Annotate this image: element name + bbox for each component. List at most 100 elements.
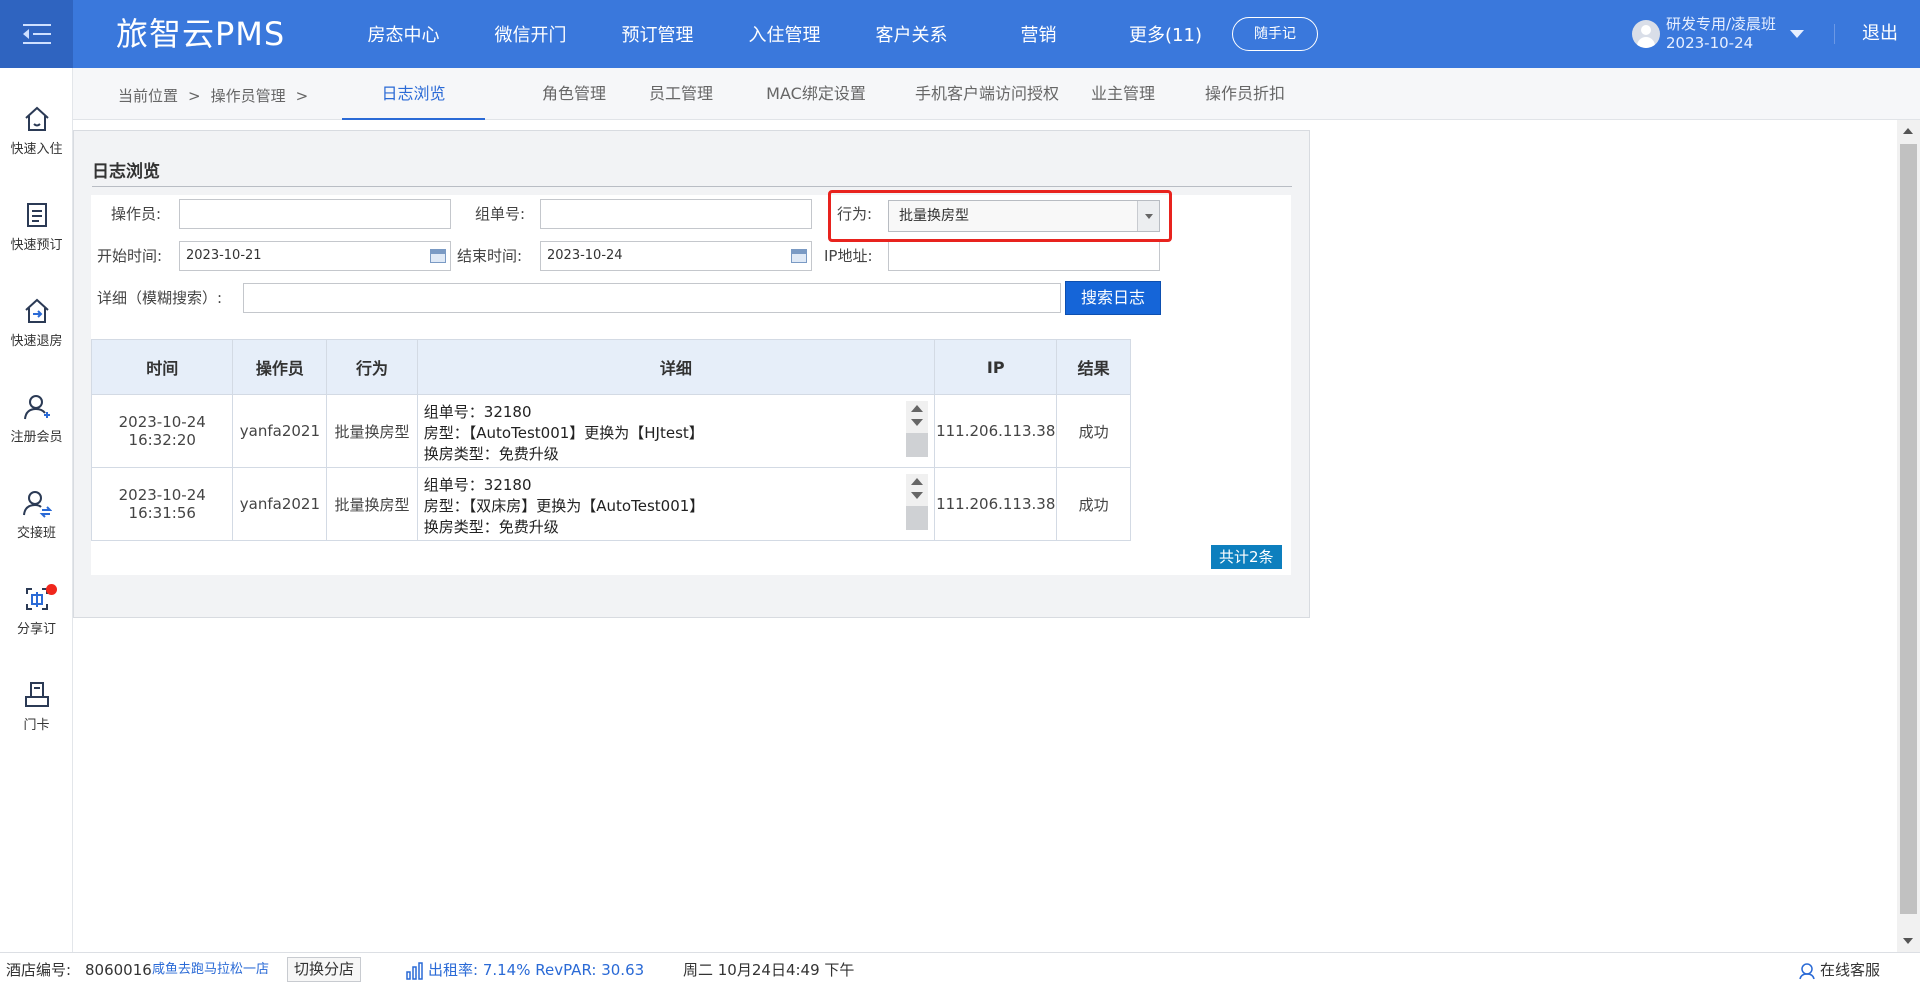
sidebar-item-quick-checkin[interactable]: 快速入住 [0,104,73,184]
logout-button[interactable]: 退出 [1862,0,1898,68]
sidebar-item-door-card[interactable]: 门卡 [0,680,73,760]
shift-handover-icon [22,491,52,518]
col-header-ip: IP [934,339,1058,395]
detail-search-input[interactable] [243,283,1061,313]
sidebar-item-register-member[interactable]: 注册会员 [0,392,73,472]
nav-reservation[interactable]: 预订管理 [594,21,721,47]
sidebar-item-quick-booking[interactable]: 快速预订 [0,200,73,280]
content-area: 日志浏览 操作员: 组单号: 行为: 批量换房型 开始时间: 2023-10-2… [73,120,1897,952]
add-user-icon [23,395,50,420]
table-row: 2023-10-24 16:31:56 yanfa2021 批量换房型 组单号：… [90,467,1131,541]
cell-ip: 111.206.113.38 [934,467,1058,541]
detail-scrollbar[interactable] [906,474,929,530]
detail-line: 组单号：32180 [423,403,532,421]
tab-operator-discount[interactable]: 操作员折扣 [1185,68,1305,120]
memo-button[interactable]: 随手记 [1232,17,1318,51]
breadcrumb-current-label: 当前位置 [118,87,179,105]
sidebar-item-label: 注册会员 [10,430,63,445]
user-menu[interactable]: 研发专用/凌晨班 2023-10-24 [1632,14,1805,54]
tab-mac-binding[interactable]: MAC绑定设置 [751,68,881,120]
detail-search-label: 详细（模糊搜索）: [97,289,223,307]
cell-time-of-day: 16:31:56 [128,504,196,522]
occupancy-text: 出租率: 7.14% RevPAR: 30.63 [428,961,645,979]
cell-action: 批量换房型 [326,394,418,468]
home-icon [24,106,49,131]
chevron-down-icon [1790,30,1805,38]
sidebar-item-quick-checkout[interactable]: 快速退房 [0,296,73,376]
switch-branch-button[interactable]: 切换分店 [287,957,362,982]
arrow-down-icon[interactable] [1903,938,1913,944]
nav-customer[interactable]: 客户关系 [848,21,975,47]
sidebar-item-label: 分享订 [16,622,56,637]
cell-operator: yanfa2021 [232,394,328,468]
start-time-input[interactable]: 2023-10-21 [179,241,451,271]
ip-input[interactable] [888,241,1160,271]
tab-mobile-client-auth[interactable]: 手机客户端访问授权 [899,68,1075,120]
bar-chart-icon [406,961,423,980]
arrow-up-icon[interactable] [911,405,924,412]
tab-log-browse[interactable]: 日志浏览 [342,68,485,120]
arrow-up-icon[interactable] [1903,128,1913,134]
cell-action: 批量换房型 [326,467,418,541]
cell-detail: 组单号：32180 房型：【双床房】更换为【AutoTest001】 换房类型：… [416,467,936,541]
resize-handle[interactable] [906,506,929,530]
nav-room-status[interactable]: 房态中心 [340,21,467,47]
menu-toggle-button[interactable] [0,0,73,68]
detail-scrollbar[interactable] [906,401,929,457]
log-table: 时间 操作员 行为 详细 IP 结果 2023-10-24 16:32:20 y… [90,339,1131,541]
operator-label: 操作员: [111,205,162,223]
detail-line: 组单号：32180 [423,476,532,494]
arrow-down-icon[interactable] [911,492,924,499]
calendar-icon[interactable] [430,249,446,263]
top-bar: 旅智云PMS 房态中心 微信开门 预订管理 入住管理 客户关系 营销 更多(11… [0,0,1920,68]
nav-wechat-open[interactable]: 微信开门 [467,21,594,47]
cell-time: 2023-10-24 16:32:20 [90,394,234,468]
breadcrumb-separator: > [188,87,201,105]
detail-textarea[interactable]: 组单号：32180 房型：【双床房】更换为【AutoTest001】 换房类型：… [418,468,934,540]
detail-textarea[interactable]: 组单号：32180 房型：【AutoTest001】更换为【HJtest】 换房… [418,395,934,467]
sidebar-item-share-order[interactable]: 分享订 [0,584,73,664]
tab-staff-management[interactable]: 员工管理 [636,68,726,120]
hotel-name-link[interactable]: 咸鱼去跑马拉松一店 [152,953,269,987]
nav-marketing[interactable]: 营销 [975,21,1102,47]
tab-role-management[interactable]: 角色管理 [529,68,619,120]
user-date: 2023-10-24 [1666,34,1754,52]
calendar-icon[interactable] [791,249,807,263]
panel-title: 日志浏览 [92,157,1292,187]
menu-collapse-icon [22,24,51,44]
door-card-icon [24,682,49,707]
col-header-time: 时间 [90,339,234,395]
end-time-input[interactable]: 2023-10-24 [540,241,812,271]
cell-ip: 111.206.113.38 [934,394,1058,468]
arrow-up-icon[interactable] [911,478,924,485]
sidebar-item-label: 快速退房 [10,334,63,349]
group-no-input[interactable] [540,199,812,229]
highlight-box [828,190,1172,242]
cell-operator: yanfa2021 [232,467,328,541]
breadcrumb-section[interactable]: 操作员管理 [211,87,286,105]
tab-owner-management[interactable]: 业主管理 [1083,68,1163,120]
page-scrollbar[interactable] [1897,120,1920,952]
user-name: 研发专用/凌晨班 [1666,15,1777,33]
hotel-no-label: 酒店编号: [6,961,72,979]
detail-line: 房型：【AutoTest001】更换为【HJtest】 [423,424,704,442]
arrow-down-icon[interactable] [911,419,924,426]
cell-date: 2023-10-24 [118,486,206,504]
operator-input[interactable] [179,199,451,229]
sidebar-item-shift-handover[interactable]: 交接班 [0,488,73,568]
cell-time: 2023-10-24 16:31:56 [90,467,234,541]
detail-line: 换房类型：免费升级 [423,518,559,536]
search-log-button[interactable]: 搜索日志 [1065,281,1161,315]
end-time-value: 2023-10-24 [547,248,623,263]
scrollbar-thumb[interactable] [1900,144,1917,914]
nav-checkin[interactable]: 入住管理 [721,21,848,47]
table-header-row: 时间 操作员 行为 详细 IP 结果 [90,339,1131,395]
online-service-button[interactable]: 在线客服 [1798,953,1880,987]
detail-line: 换房类型：免费升级 [423,445,559,463]
nav-more[interactable]: 更多(11) [1102,21,1229,47]
total-count-badge: 共计2条 [1211,545,1282,569]
resize-handle[interactable] [906,433,929,457]
cell-date: 2023-10-24 [118,413,206,431]
sidebar: 快速入住 快速预订 快速退房 注册会员 交接班 分享订 门卡 [0,68,73,952]
customer-service-icon [1799,962,1815,979]
